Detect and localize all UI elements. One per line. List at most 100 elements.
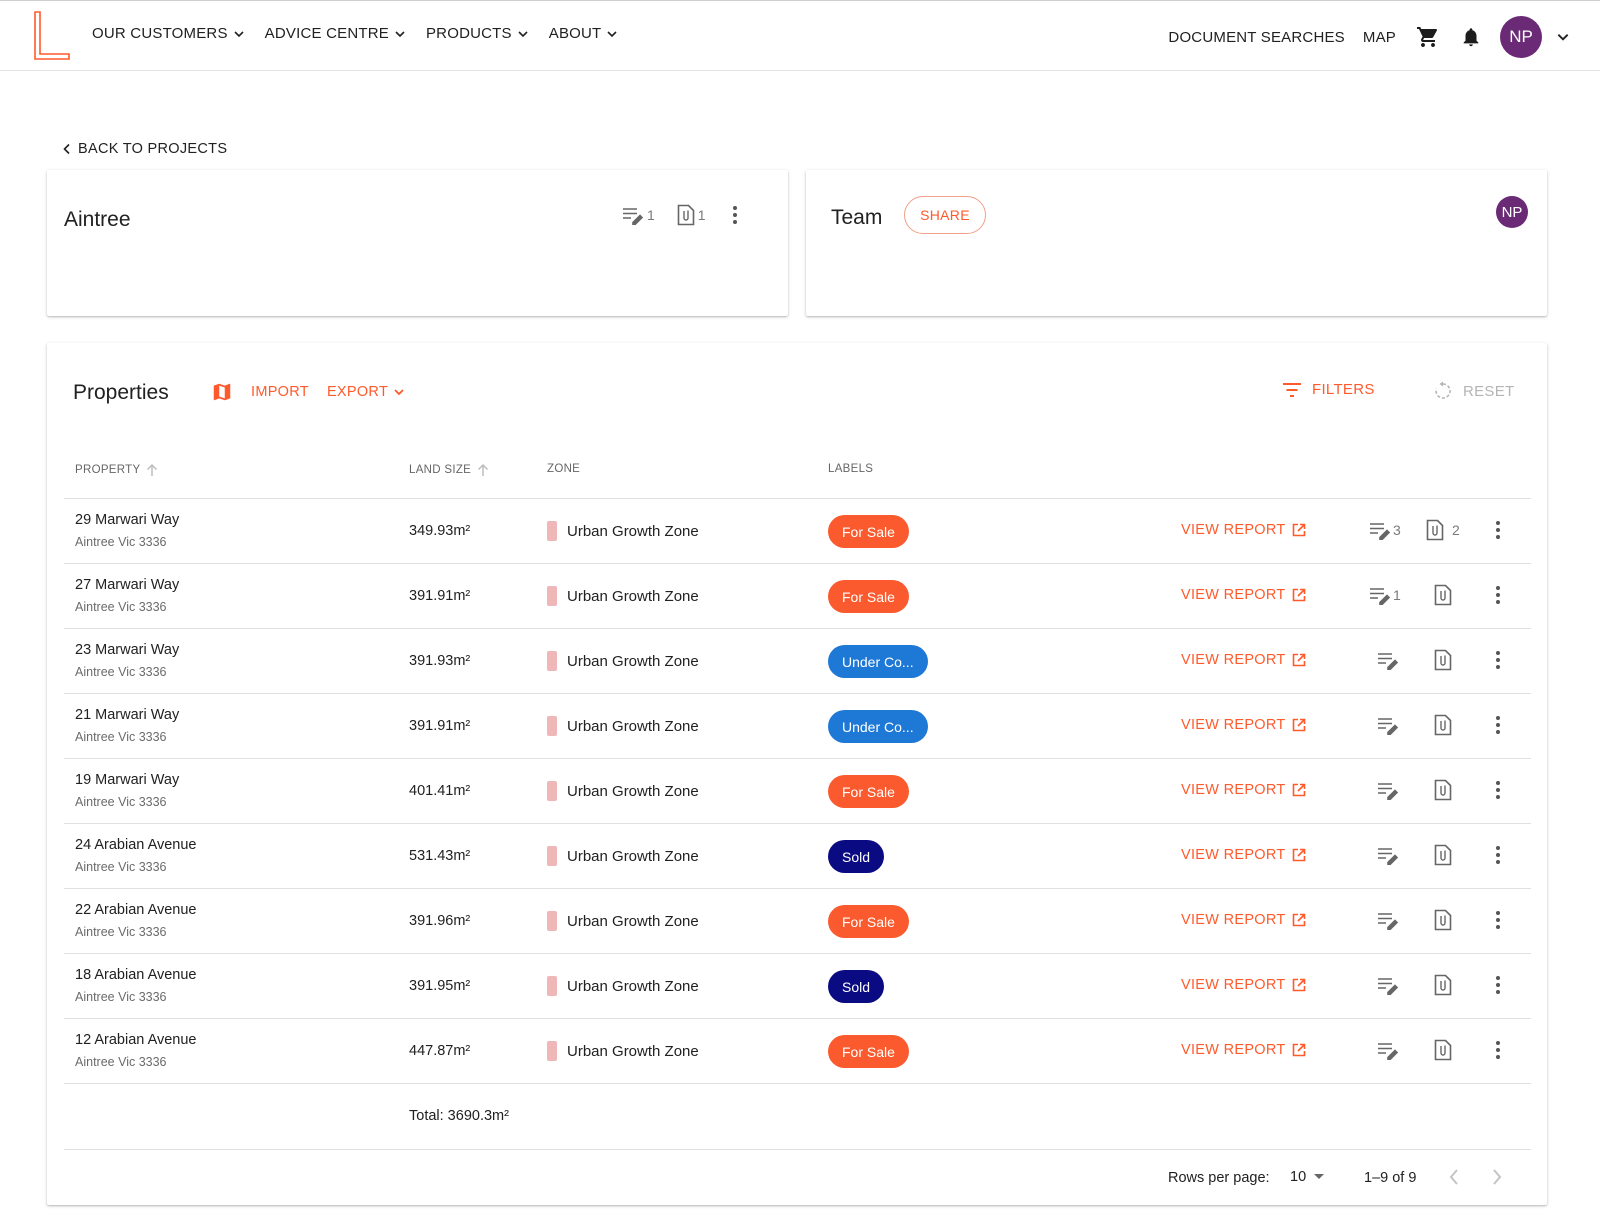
export-button[interactable]: EXPORT [327,384,405,400]
user-avatar[interactable]: NP [1500,16,1542,58]
view-report-link[interactable]: VIEW REPORT [1181,912,1306,928]
notes-icon[interactable] [1377,975,1399,995]
more-options-icon[interactable] [732,205,738,225]
map-link[interactable]: MAP [1363,29,1396,46]
view-report-link[interactable]: VIEW REPORT [1181,717,1306,733]
property-address[interactable]: 18 Arabian Avenue [75,967,196,983]
cart-icon[interactable] [1416,25,1440,49]
brand-logo[interactable] [31,11,73,61]
team-member-avatar[interactable]: NP [1496,196,1528,228]
table-row[interactable]: 21 Marwari Way Aintree Vic 3336 391.91m² Ur… [64,694,1531,759]
table-row[interactable]: 18 Arabian Avenue Aintree Vic 3336 391.95m… [64,954,1531,1019]
next-page-button[interactable] [1491,1168,1503,1191]
status-label-chip[interactable]: For Sale [828,1035,909,1068]
table-row[interactable]: 23 Marwari Way Aintree Vic 3336 391.93m² Ur… [64,629,1531,694]
notes-icon[interactable]: 1 [1369,585,1401,605]
import-button[interactable]: IMPORT [251,384,309,400]
menu-our-customers[interactable]: OUR CUSTOMERS [92,25,245,42]
chevron-down-icon[interactable] [1556,30,1570,44]
attachment-doc-icon[interactable] [1434,779,1452,801]
view-report-link[interactable]: VIEW REPORT [1181,782,1306,798]
property-address[interactable]: 27 Marwari Way [75,577,179,593]
column-header-property[interactable]: PROPERTY [75,463,158,477]
export-label: EXPORT [326,384,389,400]
status-label-chip[interactable]: For Sale [828,515,909,548]
property-address[interactable]: 29 Marwari Way [75,512,179,528]
share-button[interactable]: SHARE [904,196,986,234]
more-options-icon[interactable] [1495,845,1501,870]
notes-icon[interactable] [1377,1040,1399,1060]
filters-button[interactable]: FILTERS [1282,381,1375,398]
notes-icon[interactable] [622,205,644,225]
status-label-chip[interactable]: Sold [828,840,885,873]
attachment-doc-icon[interactable] [1434,844,1452,866]
status-label-chip[interactable]: Sold [828,970,885,1003]
notes-count: 1 [647,207,655,223]
attachment-doc-icon[interactable] [677,204,695,226]
table-total-row: Total: 3690.3m² [64,1084,1531,1150]
zone-color-swatch [547,976,557,996]
attachment-doc-icon[interactable] [1434,909,1452,931]
notes-icon[interactable] [1377,780,1399,800]
attachment-doc-icon[interactable]: 2 [1426,519,1460,541]
status-label-chip[interactable]: For Sale [828,905,909,938]
notes-icon[interactable] [1377,845,1399,865]
more-options-icon[interactable] [1495,715,1501,740]
menu-about[interactable]: ABOUT [549,25,619,42]
menu-advice-centre[interactable]: ADVICE CENTRE [265,25,406,42]
property-address[interactable]: 19 Marwari Way [75,772,179,788]
more-options-icon[interactable] [1495,585,1501,610]
table-row[interactable]: 29 Marwari Way Aintree Vic 3336 349.93m² Ur… [64,499,1531,564]
status-label-chip[interactable]: For Sale [828,580,909,613]
rows-per-page-select[interactable]: 10 [1290,1169,1325,1185]
more-options-icon[interactable] [1495,1040,1501,1065]
more-options-icon[interactable] [1495,520,1501,545]
status-label-chip[interactable]: For Sale [828,775,909,808]
back-to-projects-link[interactable]: BACK TO PROJECTS [62,141,227,157]
reset-button[interactable]: RESET [1433,381,1515,401]
table-row[interactable]: 22 Arabian Avenue Aintree Vic 3336 391.96m… [64,889,1531,954]
attachment-doc-icon[interactable] [1434,649,1452,671]
table-row[interactable]: 24 Arabian Avenue Aintree Vic 3336 531.43m… [64,824,1531,889]
view-report-link[interactable]: VIEW REPORT [1181,522,1306,538]
property-address[interactable]: 21 Marwari Way [75,707,179,723]
view-report-link[interactable]: VIEW REPORT [1181,1042,1306,1058]
notes-icon[interactable] [1377,715,1399,735]
status-label-chip[interactable]: Under Co... [828,710,928,743]
column-header-land-size[interactable]: LAND SIZE [409,463,489,477]
table-row[interactable]: 19 Marwari Way Aintree Vic 3336 401.41m² Ur… [64,759,1531,824]
view-report-link[interactable]: VIEW REPORT [1181,587,1306,603]
more-options-icon[interactable] [1495,910,1501,935]
menu-products[interactable]: PRODUCTS [426,25,529,42]
land-size: 391.91m² [409,718,471,734]
property-address[interactable]: 12 Arabian Avenue [75,1032,196,1048]
previous-page-button[interactable] [1448,1168,1460,1191]
bell-icon[interactable] [1460,26,1482,48]
zone-name: Urban Growth Zone [567,652,699,670]
table-row[interactable]: 27 Marwari Way Aintree Vic 3336 391.91m² Ur… [64,564,1531,629]
attachment-doc-icon[interactable] [1434,1039,1452,1061]
attachment-doc-icon[interactable] [1434,584,1452,606]
status-label-chip[interactable]: Under Co... [828,645,928,678]
property-address[interactable]: 23 Marwari Way [75,642,179,658]
property-address[interactable]: 22 Arabian Avenue [75,902,196,918]
property-address[interactable]: 24 Arabian Avenue [75,837,196,853]
view-report-link[interactable]: VIEW REPORT [1181,977,1306,993]
attachment-doc-icon[interactable] [1434,714,1452,736]
more-options-icon[interactable] [1495,780,1501,805]
view-report-link[interactable]: VIEW REPORT [1181,652,1306,668]
more-options-icon[interactable] [1495,975,1501,1000]
external-link-icon [1292,523,1305,537]
column-header-labels[interactable]: LABELS [828,463,873,475]
notes-icon[interactable] [1377,650,1399,670]
zone: Urban Growth Zone [547,911,699,931]
view-report-link[interactable]: VIEW REPORT [1181,847,1306,863]
column-header-zone[interactable]: ZONE [547,463,580,475]
attachment-doc-icon[interactable] [1434,974,1452,996]
notes-icon[interactable] [1377,910,1399,930]
more-options-icon[interactable] [1495,650,1501,675]
table-row[interactable]: 12 Arabian Avenue Aintree Vic 3336 447.87m… [64,1019,1531,1084]
document-searches-link[interactable]: DOCUMENT SEARCHES [1168,29,1344,46]
map-icon[interactable] [211,381,233,403]
notes-icon[interactable]: 3 [1369,520,1401,540]
